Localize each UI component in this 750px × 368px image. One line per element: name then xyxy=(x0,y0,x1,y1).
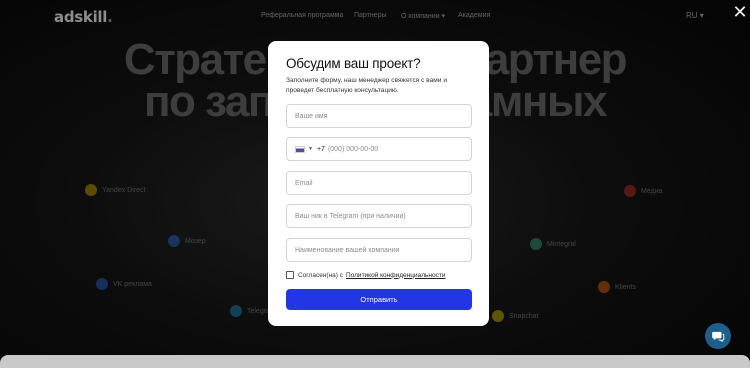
modal-subtitle: Заполните форму, наш менеджер свяжется с… xyxy=(286,77,448,94)
name-input[interactable]: Ваше имя xyxy=(286,104,472,128)
phone-country-code: +7 xyxy=(316,145,325,153)
contact-form-modal: Обсудим ваш проект? Заполните форму, наш… xyxy=(268,41,489,326)
consent-text: Согласен(на) с xyxy=(298,271,343,279)
consent-checkbox[interactable] xyxy=(286,271,294,279)
bottom-panel-edge xyxy=(0,355,750,368)
close-modal-button[interactable]: ✕ xyxy=(731,3,749,21)
phone-placeholder: (000) 000-00-00 xyxy=(327,145,379,153)
phone-input[interactable]: ▼ +7 (000) 000-00-00 xyxy=(286,137,472,161)
consent-row: Согласен(на) с Политикой конфиденциально… xyxy=(286,271,445,279)
privacy-policy-link[interactable]: Политикой конфиденциальности xyxy=(346,272,445,279)
telegram-nick-input[interactable]: Ваш ник в Telegram (при наличии) xyxy=(286,204,472,228)
company-name-input[interactable]: Наименование вашей компании xyxy=(286,238,472,262)
russia-flag-icon[interactable] xyxy=(295,145,305,153)
email-input[interactable]: Email xyxy=(286,171,472,195)
submit-button[interactable]: Отправить xyxy=(286,289,472,310)
chat-button[interactable] xyxy=(705,323,731,349)
chevron-down-icon[interactable]: ▼ xyxy=(308,146,313,152)
chat-icon xyxy=(712,331,725,343)
modal-title: Обсудим ваш проект? xyxy=(286,56,421,71)
